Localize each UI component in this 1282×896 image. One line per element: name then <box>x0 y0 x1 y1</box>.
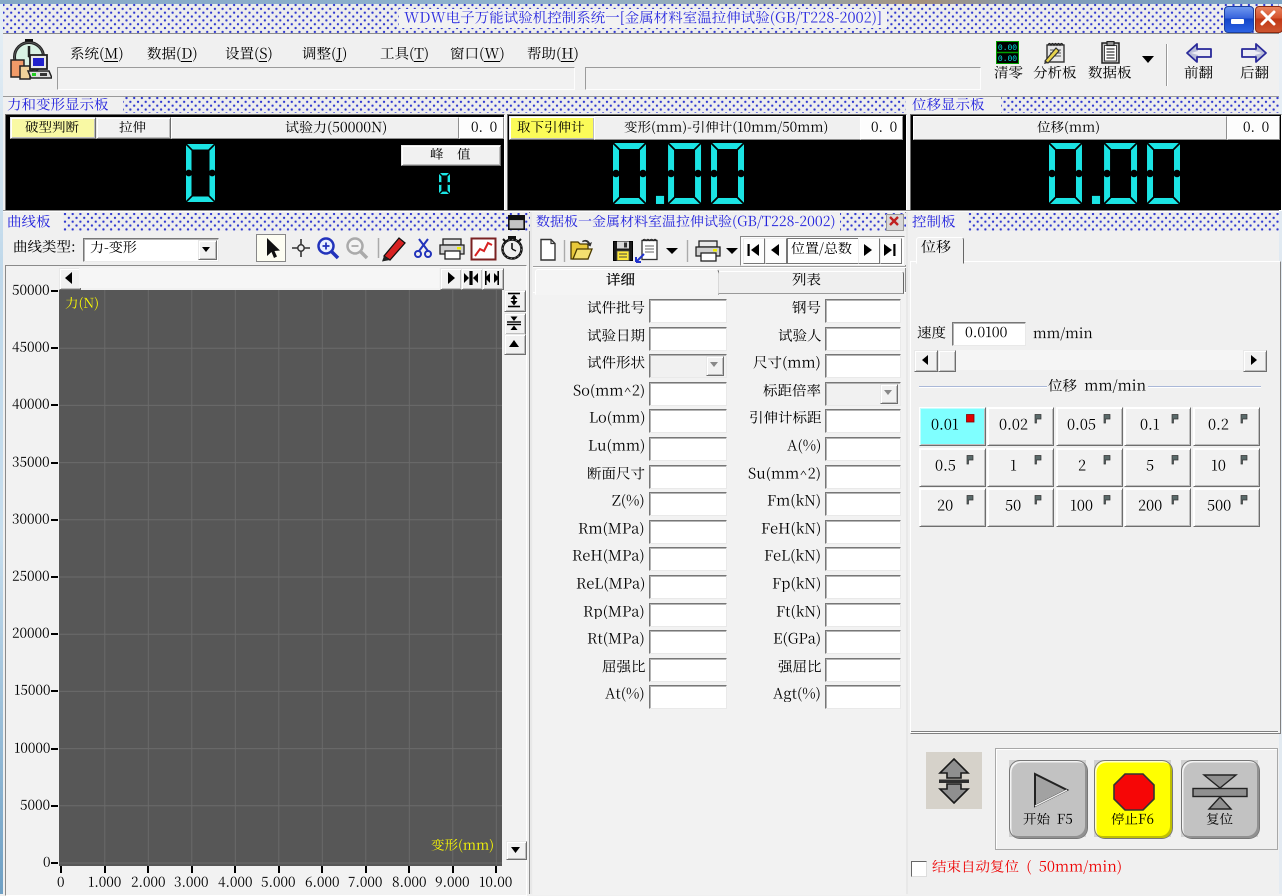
svg-text:0.00: 0.00 <box>998 55 1017 64</box>
svg-text:0.00: 0.00 <box>998 44 1017 53</box>
